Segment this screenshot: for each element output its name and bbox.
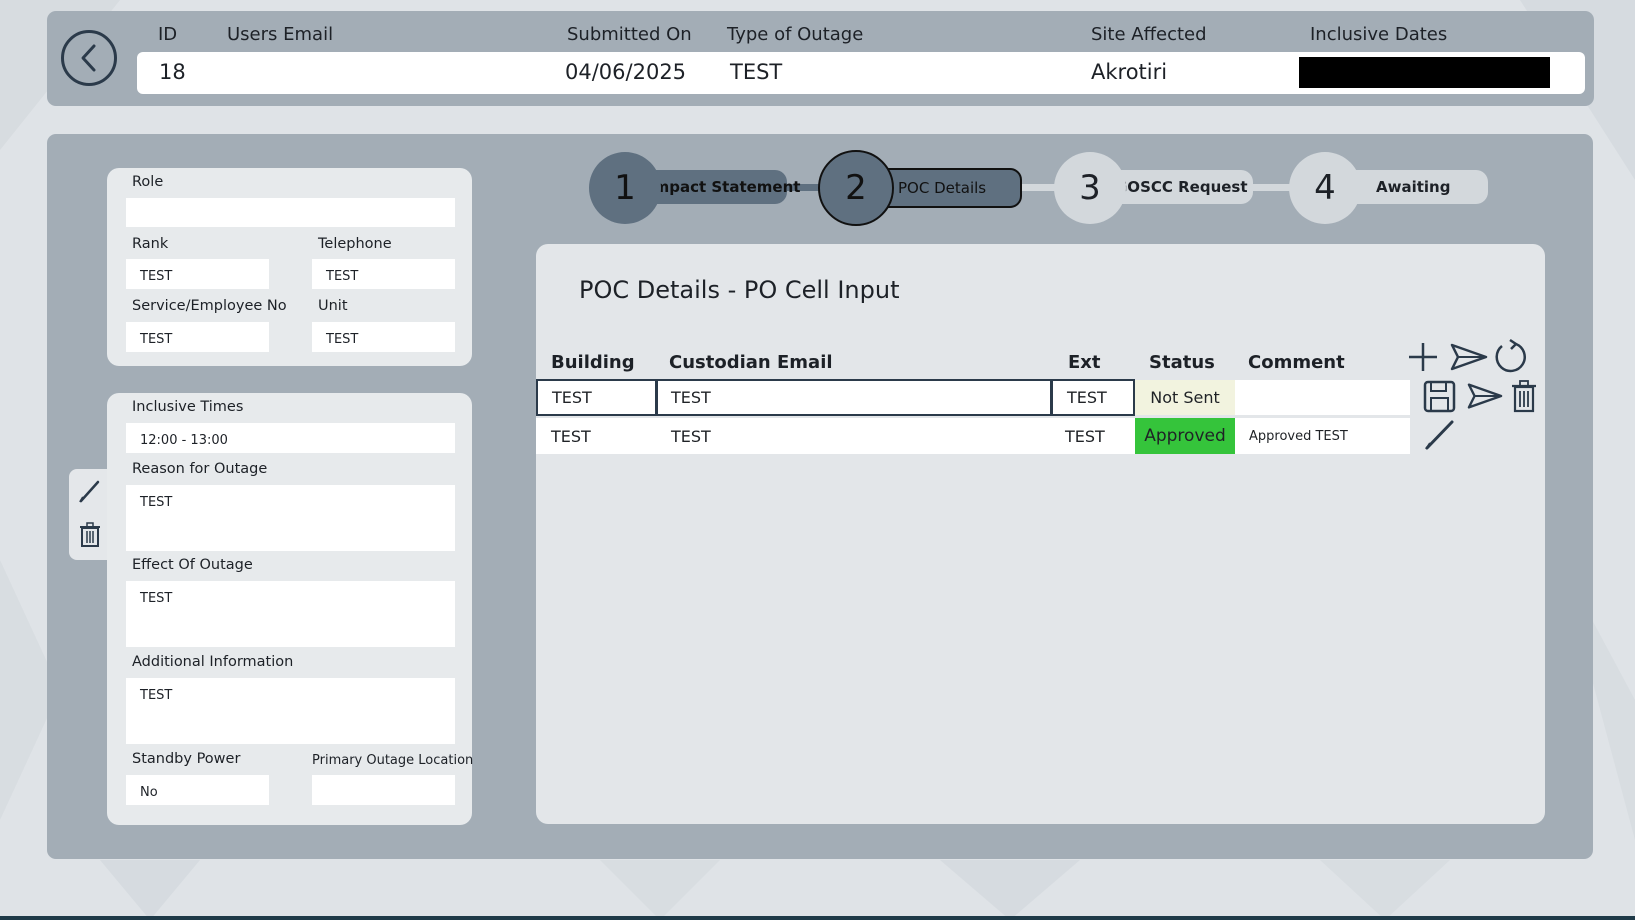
col-header-ext: Ext [1068, 352, 1101, 373]
step-4-label: Awaiting [1376, 178, 1451, 196]
role-label: Role [132, 174, 164, 190]
telephone-label: Telephone [318, 236, 392, 252]
col-header-building: Building [551, 352, 635, 373]
step-4-circle[interactable]: 4 [1289, 152, 1361, 224]
row-2-building: TEST [551, 426, 591, 446]
row-2-edit-pencil-icon[interactable] [1423, 418, 1457, 452]
additional-info-label: Additional Information [132, 654, 294, 670]
row-1-building: TEST [552, 388, 592, 407]
row-2-building-cell[interactable]: TEST [536, 418, 656, 454]
rank-field[interactable]: TEST [126, 259, 269, 289]
row-2-ext: TEST [1065, 426, 1105, 446]
col-header-status: Status [1149, 352, 1215, 373]
refresh-icon[interactable] [1494, 338, 1528, 374]
role-field[interactable] [126, 198, 455, 227]
col-header-custodian-email: Custodian Email [669, 352, 833, 373]
step-2-number: 2 [845, 168, 867, 208]
rank-label: Rank [132, 236, 169, 252]
row-1-email-cell[interactable]: TEST [656, 379, 1052, 416]
effect-label: Effect Of Outage [132, 557, 253, 573]
row-2-ext-cell[interactable]: TEST [1052, 418, 1135, 454]
header-value-outage-type: TEST [730, 60, 783, 84]
step-2-circle[interactable]: 2 [818, 150, 894, 226]
additional-info-textarea[interactable]: TEST [126, 678, 455, 744]
add-row-plus-icon[interactable] [1407, 341, 1439, 373]
back-button[interactable] [61, 30, 117, 86]
step-3-label: GOSCC Request [1115, 178, 1248, 196]
header-label-dates: Inclusive Dates [1310, 24, 1448, 45]
primary-location-label: Primary Outage Location [312, 753, 474, 768]
step-1-number: 1 [614, 168, 636, 208]
send-all-send-icon[interactable] [1450, 342, 1488, 372]
primary-location-field[interactable] [312, 775, 455, 805]
row-2-email-cell[interactable]: TEST [656, 418, 1052, 454]
telephone-field[interactable]: TEST [312, 259, 455, 289]
row-1-comment-cell[interactable] [1235, 380, 1410, 415]
standby-power-field[interactable]: No [126, 775, 269, 805]
header-label-site: Site Affected [1091, 24, 1207, 45]
service-number-label: Service/Employee No [132, 298, 287, 314]
header-label-email: Users Email [227, 24, 334, 45]
header-label-outage-type: Type of Outage [727, 24, 864, 45]
unit-label: Unit [318, 298, 348, 314]
step-1-circle[interactable]: 1 [589, 152, 661, 224]
service-number-field[interactable]: TEST [126, 322, 269, 352]
step-3-circle[interactable]: 3 [1054, 152, 1126, 224]
step-connector-3 [1250, 184, 1290, 191]
header-value-dates-redacted [1299, 57, 1550, 88]
step-3-number: 3 [1079, 168, 1101, 208]
row-2-comment-cell[interactable]: Approved TEST [1235, 418, 1410, 454]
step-2-label: POC Details [898, 179, 987, 197]
col-header-comment: Comment [1248, 352, 1345, 373]
row-2-comment: Approved TEST [1249, 428, 1348, 444]
row-1-save-icon[interactable] [1423, 380, 1456, 413]
row-1-delete-trash-icon[interactable] [1511, 380, 1537, 413]
row-2-email: TEST [671, 426, 711, 446]
row-1-ext: TEST [1067, 388, 1107, 407]
unit-field[interactable]: TEST [312, 322, 455, 352]
inclusive-times-label: Inclusive Times [132, 399, 244, 415]
header-value-id: 18 [159, 60, 186, 84]
effect-textarea[interactable]: TEST [126, 581, 455, 647]
row-1-email: TEST [671, 388, 711, 407]
poc-details-card [536, 244, 1545, 824]
step-4-number: 4 [1314, 168, 1336, 208]
row-1-ext-cell[interactable]: TEST [1051, 379, 1135, 416]
header-label-submitted: Submitted On [567, 24, 692, 45]
standby-power-label: Standby Power [132, 751, 241, 767]
row-1-status: Not Sent [1150, 388, 1220, 407]
row-1-building-cell[interactable]: TEST [536, 379, 657, 416]
row-1-status-cell: Not Sent [1135, 380, 1235, 415]
row-2-status-cell: Approved [1135, 418, 1235, 454]
reason-textarea[interactable]: TEST [126, 485, 455, 551]
row-2-status: Approved [1144, 426, 1226, 446]
header-value-submitted: 04/06/2025 [565, 60, 687, 84]
header-value-site: Akrotiri [1091, 60, 1168, 84]
delete-outage-trash-icon[interactable] [79, 522, 101, 548]
reason-label: Reason for Outage [132, 461, 268, 477]
poc-title: POC Details - PO Cell Input [579, 276, 900, 304]
step-1-label: Impact Statement [648, 178, 801, 196]
header-label-id: ID [158, 24, 178, 45]
chevron-left-icon [81, 44, 96, 72]
inclusive-times-field[interactable]: 12:00 - 13:00 [126, 423, 455, 453]
row-1-send-icon[interactable] [1467, 381, 1503, 411]
edit-outage-pencil-icon[interactable] [78, 478, 102, 504]
